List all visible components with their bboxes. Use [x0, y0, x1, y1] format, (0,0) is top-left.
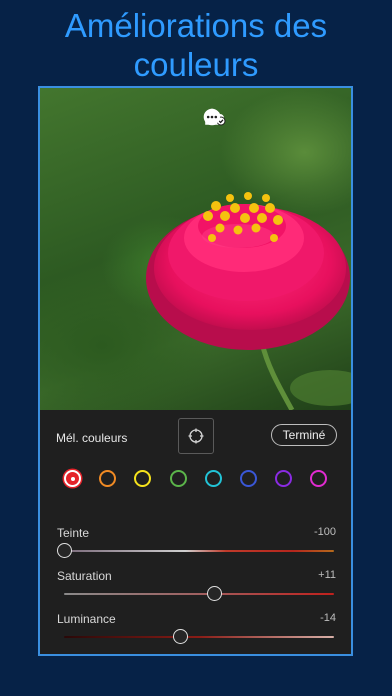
luminance-track[interactable]: [64, 636, 334, 638]
hue-label: Teinte: [57, 526, 90, 540]
target-icon: [188, 428, 204, 444]
toolbar: ?: [203, 108, 343, 134]
swatch-green[interactable]: [170, 470, 187, 487]
headline-line-1: Améliorations des: [64, 7, 328, 44]
hue-slider[interactable]: Teinte -100: [56, 526, 336, 566]
swatch-blue[interactable]: [240, 470, 257, 487]
app-screen: ? Mél. couleurs Terminé Teinte -100: [38, 86, 353, 656]
saturation-track[interactable]: [64, 593, 334, 595]
saturation-value: +11: [318, 569, 336, 581]
swatch-magenta[interactable]: [310, 470, 327, 487]
hue-value: -100: [313, 526, 336, 538]
luminance-value: -14: [320, 612, 336, 624]
hue-thumb[interactable]: [57, 543, 72, 558]
color-mix-panel: Mél. couleurs Terminé Teinte -100 Satura…: [40, 410, 351, 654]
luminance-thumb[interactable]: [173, 629, 189, 644]
swatch-orange[interactable]: [99, 470, 116, 487]
headline-line-2: couleurs: [133, 46, 259, 83]
luminance-label: Luminance: [57, 612, 116, 626]
share-icon[interactable]: [205, 108, 267, 134]
saturation-slider[interactable]: Saturation +11: [56, 569, 336, 609]
color-mix-label: Mél. couleurs: [56, 431, 128, 445]
color-swatch-row: [64, 470, 334, 490]
swatch-red[interactable]: [64, 470, 81, 487]
swatch-aqua[interactable]: [205, 470, 222, 487]
target-adjustment-button[interactable]: [178, 418, 214, 454]
photo-canvas[interactable]: ?: [40, 88, 351, 410]
swatch-purple[interactable]: [275, 470, 292, 487]
saturation-label: Saturation: [57, 569, 112, 583]
zinnia-flower-image: [146, 192, 351, 410]
saturation-thumb[interactable]: [206, 586, 222, 601]
hue-track[interactable]: [64, 550, 334, 552]
swatch-yellow[interactable]: [134, 470, 151, 487]
luminance-slider[interactable]: Luminance -14: [56, 612, 336, 652]
more-icon[interactable]: [204, 108, 343, 134]
headline: Améliorations des couleurs: [0, 6, 392, 84]
done-button[interactable]: Terminé: [271, 424, 337, 446]
cloud-sync-icon[interactable]: [205, 108, 305, 134]
